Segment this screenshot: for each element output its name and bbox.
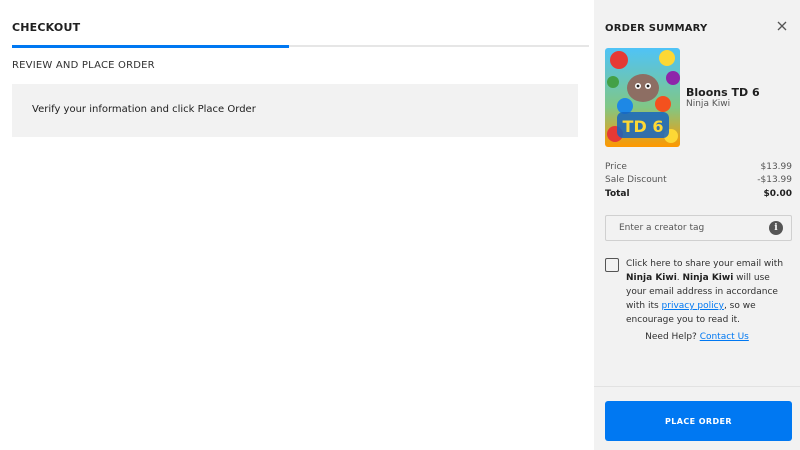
info-icon[interactable]: i bbox=[769, 221, 783, 235]
checkout-title: CHECKOUT bbox=[12, 21, 81, 34]
checkout-progress-fill bbox=[12, 44, 289, 48]
info-box: Verify your information and click Place … bbox=[12, 84, 578, 137]
place-order-button[interactable]: PLACE ORDER bbox=[605, 401, 792, 441]
footer-divider bbox=[594, 386, 800, 387]
email-consent-text[interactable]: Click here to share your email with Ninj… bbox=[626, 257, 792, 327]
product-thumbnail[interactable]: TD 6 bbox=[605, 48, 680, 147]
consent-text-part1: Click here to share your email with bbox=[626, 259, 784, 269]
product-developer: Ninja Kiwi bbox=[686, 99, 731, 109]
total-label: Total bbox=[605, 189, 630, 199]
contact-us-link[interactable]: Contact Us bbox=[700, 332, 749, 342]
product-title[interactable]: Bloons TD 6 bbox=[686, 86, 760, 99]
price-label: Price bbox=[605, 162, 627, 172]
consent-publisher-name: Ninja Kiwi bbox=[626, 273, 677, 283]
creator-tag-input[interactable] bbox=[605, 215, 792, 241]
order-summary-panel: ORDER SUMMARY TD 6 Bloons TD 6 Ninja Kiw… bbox=[594, 0, 800, 450]
help-line: Need Help? Contact Us bbox=[594, 332, 800, 342]
order-summary-title: ORDER SUMMARY bbox=[605, 23, 708, 34]
info-message: Verify your information and click Place … bbox=[32, 104, 256, 115]
checkout-progress-track bbox=[12, 44, 589, 48]
svg-text:TD 6: TD 6 bbox=[623, 117, 664, 136]
consent-publisher-name-2: Ninja Kiwi bbox=[682, 273, 734, 283]
discount-label: Sale Discount bbox=[605, 175, 667, 185]
privacy-policy-link[interactable]: privacy policy bbox=[662, 301, 724, 311]
checkout-main: CHECKOUT REVIEW AND PLACE ORDER Verify y… bbox=[0, 0, 594, 450]
section-title: REVIEW AND PLACE ORDER bbox=[12, 60, 155, 71]
help-text: Need Help? bbox=[645, 332, 700, 342]
email-consent-checkbox[interactable] bbox=[605, 258, 619, 272]
price-value: $13.99 bbox=[760, 162, 793, 172]
close-icon[interactable] bbox=[774, 18, 790, 34]
discount-value: -$13.99 bbox=[757, 175, 792, 185]
total-value: $0.00 bbox=[763, 189, 792, 199]
